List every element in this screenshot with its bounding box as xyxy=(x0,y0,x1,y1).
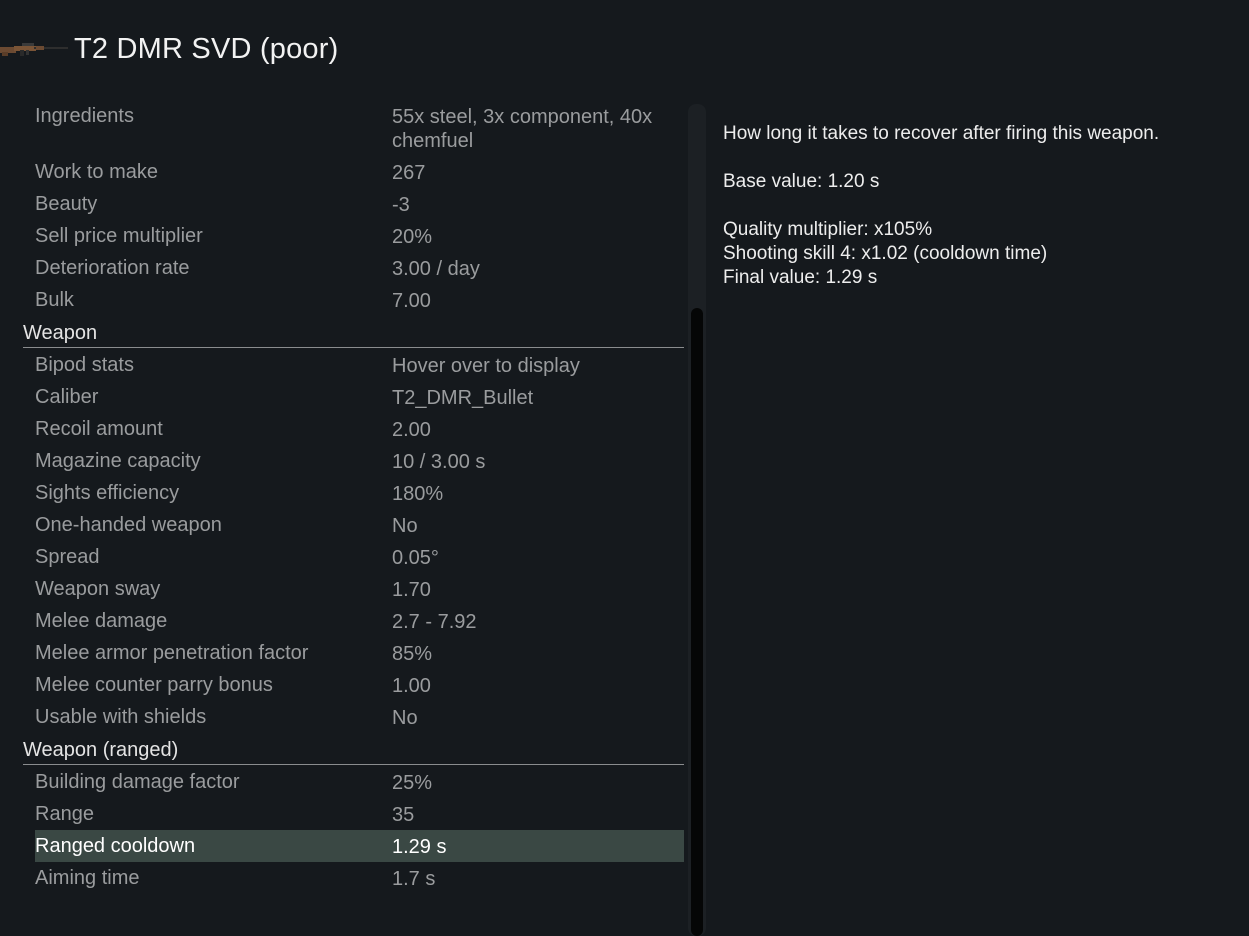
stat-row-caliber[interactable]: Caliber T2_DMR_Bullet xyxy=(35,381,684,413)
stat-label: Bipod stats xyxy=(35,354,134,376)
stat-label: Sell price multiplier xyxy=(35,225,203,247)
stat-value: 7.00 xyxy=(392,290,431,312)
value-breakdown: Quality multiplier: x105% Shooting skill… xyxy=(723,218,1243,290)
stat-row-building-damage-factor[interactable]: Building damage factor 25% xyxy=(35,766,684,798)
stat-value: 10 / 3.00 s xyxy=(392,451,486,473)
stat-value: 3.00 / day xyxy=(392,258,480,280)
stat-row-beauty[interactable]: Beauty -3 xyxy=(35,188,684,220)
stat-row-sights-efficiency[interactable]: Sights efficiency 180% xyxy=(35,477,684,509)
page-title: T2 DMR SVD (poor) xyxy=(74,32,339,65)
stat-value: 85% xyxy=(392,643,433,665)
stat-label: Building damage factor xyxy=(35,771,240,793)
stat-value: 1.7 s xyxy=(392,868,436,890)
stat-value: -3 xyxy=(392,194,410,216)
stat-value: 0.05° xyxy=(392,547,439,569)
stat-label: Caliber xyxy=(35,386,99,408)
stat-row-bipod-stats[interactable]: Bipod stats Hover over to display xyxy=(35,349,684,381)
stat-label: Magazine capacity xyxy=(35,450,201,472)
stat-label: Deterioration rate xyxy=(35,257,190,279)
stat-label: Spread xyxy=(35,546,100,568)
stat-label: Usable with shields xyxy=(35,706,207,728)
stat-row-recoil-amount[interactable]: Recoil amount 2.00 xyxy=(35,413,684,445)
stat-row-ingredients[interactable]: Ingredients 55x steel, 3x component, 40x… xyxy=(35,100,684,156)
stat-value: 2.7 - 7.92 xyxy=(392,611,477,633)
stat-row-range[interactable]: Range 35 xyxy=(35,798,684,830)
stat-description-panel: How long it takes to recover after firin… xyxy=(723,122,1243,290)
stat-value: 267 xyxy=(392,162,426,184)
stat-row-sell-price-multiplier[interactable]: Sell price multiplier 20% xyxy=(35,220,684,252)
stat-value: 25% xyxy=(392,772,433,794)
item-info-window: T2 DMR SVD (poor) Ingredients 55x steel,… xyxy=(0,0,1249,936)
stat-label: Range xyxy=(35,803,94,825)
stat-label: Beauty xyxy=(35,193,98,215)
stat-value: 35 xyxy=(392,804,415,826)
item-header: T2 DMR SVD (poor) xyxy=(0,26,338,72)
scrollbar-thumb[interactable] xyxy=(691,308,703,936)
stat-value: Hover over to display xyxy=(392,355,580,377)
stat-label: Ranged cooldown xyxy=(35,835,196,857)
stat-row-one-handed-weapon[interactable]: One-handed weapon No xyxy=(35,509,684,541)
stat-row-melee-damage[interactable]: Melee damage 2.7 - 7.92 xyxy=(35,605,684,637)
stat-row-ranged-cooldown[interactable]: Ranged cooldown 1.29 s xyxy=(35,830,684,862)
stat-value: 1.70 xyxy=(392,579,431,601)
stat-value: No xyxy=(392,707,418,729)
stat-row-work-to-make[interactable]: Work to make 267 xyxy=(35,156,684,188)
stat-value: 55x steel, 3x component, 40x chemfuel xyxy=(392,106,653,152)
stat-value: 1.29 s xyxy=(392,836,447,858)
stat-label: Aiming time xyxy=(35,867,140,889)
stat-row-spread[interactable]: Spread 0.05° xyxy=(35,541,684,573)
stat-label: Recoil amount xyxy=(35,418,163,440)
stat-row-weapon-sway[interactable]: Weapon sway 1.70 xyxy=(35,573,684,605)
stat-label: Melee armor penetration factor xyxy=(35,642,309,664)
stats-scrollbar[interactable] xyxy=(688,104,706,936)
stat-label: Work to make xyxy=(35,161,158,183)
stat-value: 1.00 xyxy=(392,675,431,697)
stat-value: T2_DMR_Bullet xyxy=(392,387,534,409)
base-value: Base value: 1.20 s xyxy=(723,171,880,192)
stat-description: How long it takes to recover after firin… xyxy=(723,123,1160,144)
stat-label: Melee damage xyxy=(35,610,168,632)
stat-value: 2.00 xyxy=(392,419,431,441)
stat-row-usable-with-shields[interactable]: Usable with shields No xyxy=(35,701,684,733)
stat-label: Melee counter parry bonus xyxy=(35,674,273,696)
stat-value: 20% xyxy=(392,226,433,248)
stat-row-melee-counter-parry[interactable]: Melee counter parry bonus 1.00 xyxy=(35,669,684,701)
shooting-skill-factor: Shooting skill 4: x1.02 (cooldown time) xyxy=(723,243,1048,264)
quality-multiplier: Quality multiplier: x105% xyxy=(723,219,933,240)
stat-value: No xyxy=(392,515,418,537)
stats-panel[interactable]: Ingredients 55x steel, 3x component, 40x… xyxy=(0,100,690,936)
stat-row-melee-armor-penetration[interactable]: Melee armor penetration factor 85% xyxy=(35,637,684,669)
stat-row-aiming-time[interactable]: Aiming time 1.7 s xyxy=(35,862,684,894)
stat-row-magazine-capacity[interactable]: Magazine capacity 10 / 3.00 s xyxy=(35,445,684,477)
stat-label: Weapon sway xyxy=(35,578,161,600)
section-header-weapon-ranged: Weapon (ranged) xyxy=(23,733,684,765)
rifle-icon xyxy=(0,43,68,56)
final-value: Final value: 1.29 s xyxy=(723,267,878,288)
stat-label: Ingredients xyxy=(35,105,134,127)
stat-row-bulk[interactable]: Bulk 7.00 xyxy=(35,284,684,316)
stat-row-deterioration-rate[interactable]: Deterioration rate 3.00 / day xyxy=(35,252,684,284)
stat-value: 180% xyxy=(392,483,444,505)
stat-label: Sights efficiency xyxy=(35,482,180,504)
stat-label: One-handed weapon xyxy=(35,514,222,536)
stat-label: Bulk xyxy=(35,289,74,311)
section-header-weapon: Weapon xyxy=(23,316,684,348)
